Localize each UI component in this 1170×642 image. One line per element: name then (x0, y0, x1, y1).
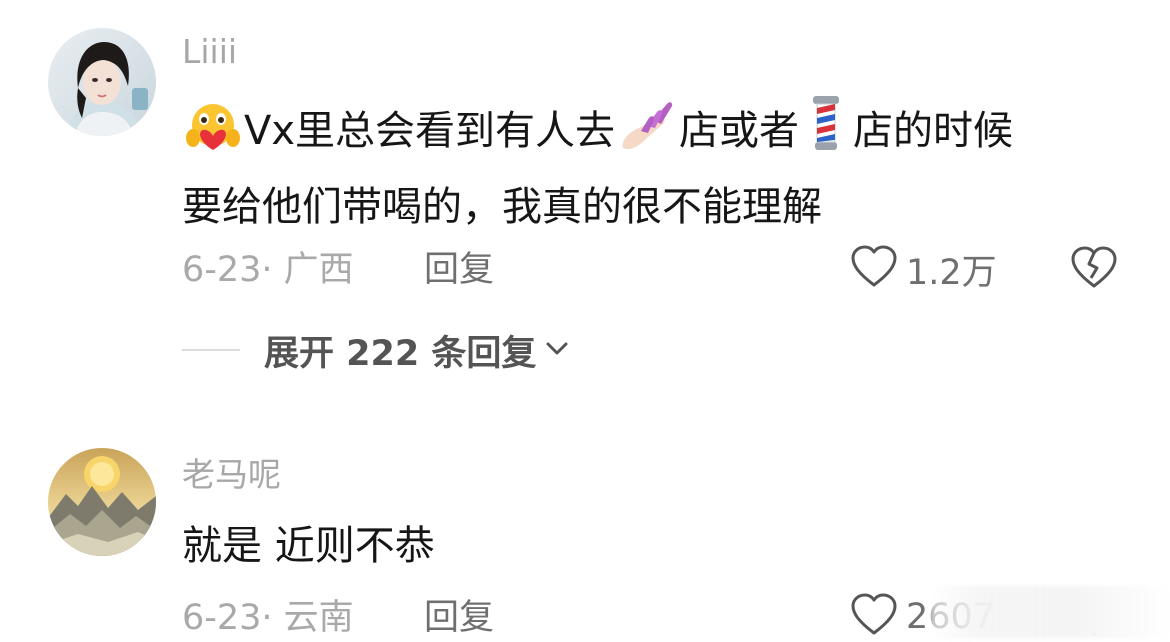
comment-text-part3: 店的时候 (853, 108, 1014, 154)
broken-heart-icon (1070, 246, 1118, 294)
comment-meta: 6-23· 广西 (182, 250, 354, 290)
reply-button[interactable]: 回复 (424, 250, 494, 290)
comment-text: 就是 近则不恭 (182, 523, 435, 569)
expand-replies-button[interactable]: 展开 222 条回复 (182, 328, 568, 374)
comment-item: Liiii Vx里总会看到有人去 店或者 店的时候 要给他们带喝的，我真的很不能… (0, 0, 1170, 400)
comment-username[interactable]: 老马呢 (182, 455, 281, 495)
divider (182, 349, 240, 351)
barber-pole-emoji-icon (801, 94, 851, 173)
comment-text: Vx里总会看到有人去 店或者 店的时候 要给他们带喝的，我真的很不能理解 (182, 94, 1013, 241)
comment-text-line2: 要给他们带喝的，我真的很不能理解 (182, 184, 822, 230)
heart-outline-icon (850, 593, 898, 641)
like-count: 1.2万 (906, 252, 997, 293)
watermark-overlay (930, 586, 1170, 638)
comment-text-part2: 店或者 (679, 108, 800, 154)
like-button[interactable]: 1.2万 (850, 245, 997, 293)
hugging-face-emoji-icon (184, 102, 242, 173)
avatar[interactable] (48, 448, 156, 556)
dislike-button[interactable] (1070, 246, 1120, 292)
expand-replies-label: 展开 222 条回复 (264, 333, 537, 374)
avatar[interactable] (48, 28, 156, 136)
reply-button[interactable]: 回复 (424, 598, 494, 638)
comment-meta: 6-23· 云南 (182, 598, 354, 638)
comment-text-part1: Vx里总会看到有人去 (244, 108, 616, 154)
comment-username[interactable]: Liiii (182, 32, 237, 72)
nail-polish-emoji-icon (617, 98, 677, 173)
chevron-down-icon (546, 341, 568, 360)
heart-outline-icon (850, 245, 898, 293)
